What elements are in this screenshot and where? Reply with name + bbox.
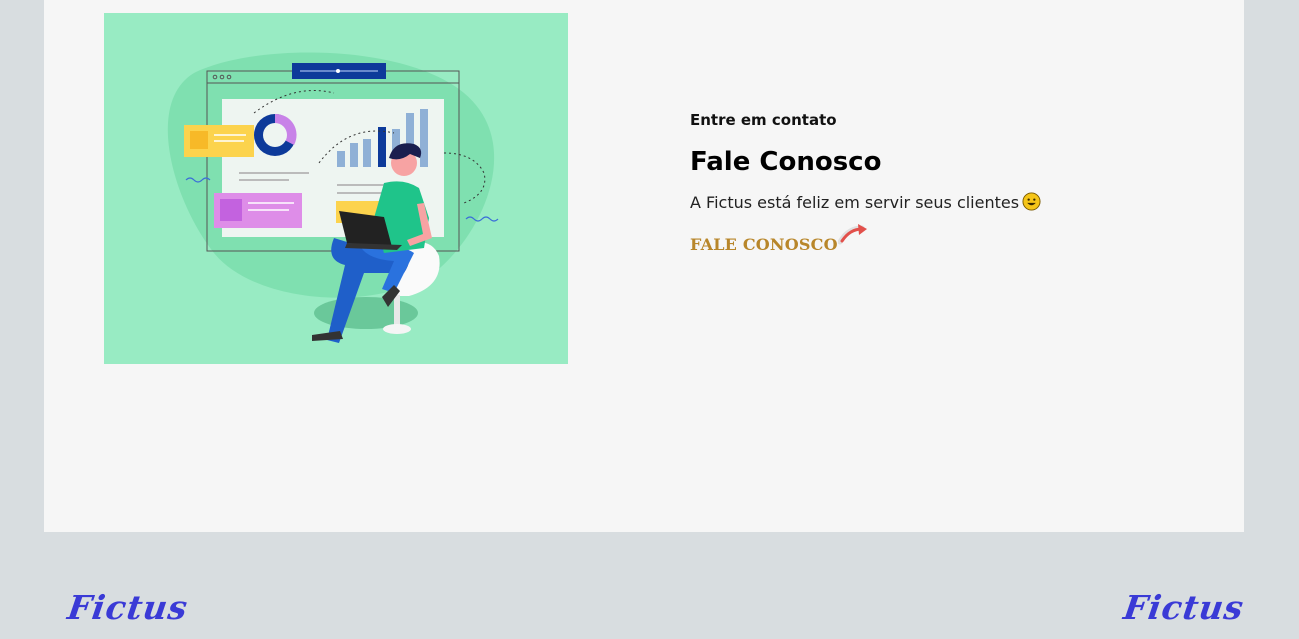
red-arrow-icon xyxy=(837,224,867,245)
contact-card: Entre em contato Fale Conosco A Fictus e… xyxy=(44,0,1244,532)
contact-us-link[interactable]: FALE CONOSCO xyxy=(690,224,868,254)
brand-logo-right[interactable]: Fictus xyxy=(1121,588,1246,627)
contact-description: A Fictus está feliz em servir seus clien… xyxy=(690,192,1170,214)
smiling-face-icon xyxy=(1022,192,1041,211)
contact-title: Fale Conosco xyxy=(690,147,882,177)
contact-eyebrow: Entre em contato xyxy=(690,111,837,129)
contact-description-text: A Fictus está feliz em servir seus clien… xyxy=(690,193,1020,212)
contact-content: Entre em contato Fale Conosco A Fictus e… xyxy=(690,110,1170,254)
analytics-illustration xyxy=(104,13,568,364)
brand-logo-left[interactable]: Fictus xyxy=(65,588,190,627)
illustration-artwork xyxy=(167,52,499,343)
contact-us-label: FALE CONOSCO xyxy=(690,235,838,254)
